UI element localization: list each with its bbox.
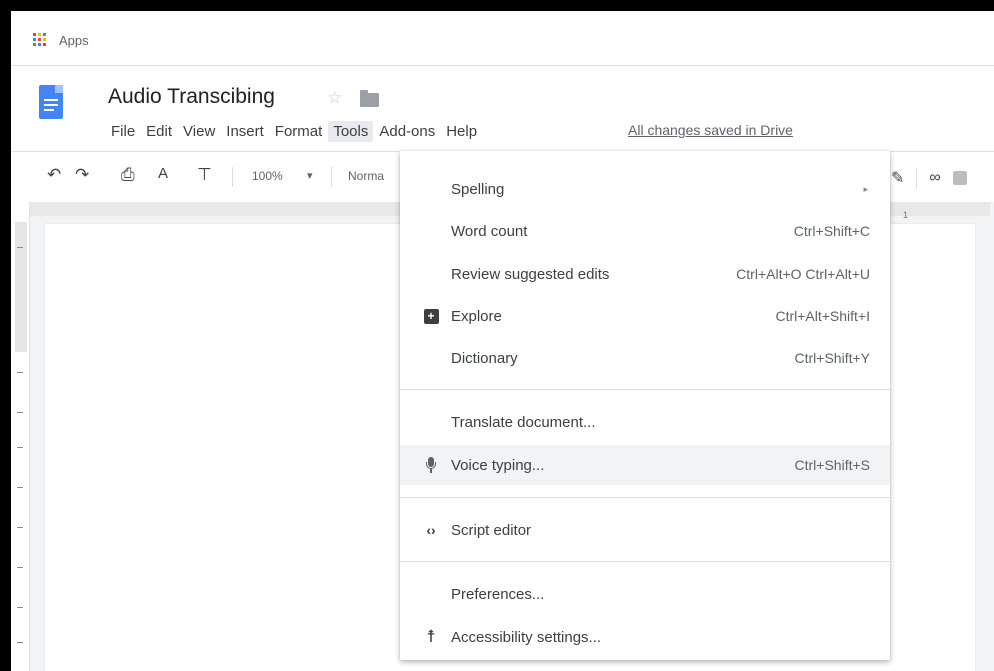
menu-item-label: Review suggested edits [451,265,610,283]
shortcut-label: Ctrl+Alt+Shift+I [775,308,870,324]
apps-bar: Apps [11,11,994,66]
shortcut-label: Ctrl+Shift+S [794,457,870,473]
menu-item-label: Word count [451,222,528,240]
menu-item-voice-typing[interactable]: Voice typing... Ctrl+Shift+S [400,445,890,485]
menu-item-word-count[interactable]: Word count Ctrl+Shift+C [400,211,890,251]
toolbar-divider [331,167,332,187]
toolbar-right: ✎ ∞ [891,166,967,190]
chevron-down-icon[interactable]: ▾ [307,169,313,182]
ruler-number: 1 [903,210,911,220]
menu-divider [400,561,890,562]
menu-item-explore[interactable]: + Explore Ctrl+Alt+Shift+I [400,296,890,336]
highlight-pen-icon[interactable]: ✎ [891,168,904,188]
accessibility-icon: ☨ [426,627,436,646]
microphone-icon [422,456,440,474]
menu-insert[interactable]: Insert [221,121,269,142]
menu-add-ons[interactable]: Add-ons [374,121,440,142]
document-title[interactable]: Audio Transcibing [108,85,275,109]
shortcut-label: Ctrl+Shift+Y [794,350,870,366]
menu-tools[interactable]: Tools [328,120,374,142]
paragraph-style-select[interactable]: Norma [348,169,384,183]
menu-item-translate-document[interactable]: Translate document... [400,402,890,442]
zoom-select[interactable]: 100% [252,169,283,183]
toolbar-divider [232,167,233,187]
shortcut-label: Ctrl+Shift+C [793,223,870,239]
print-icon[interactable]: ⎙ [121,165,135,185]
save-status-link[interactable]: All changes saved in Drive [628,122,793,138]
star-icon[interactable]: ☆ [327,88,342,108]
menu-help[interactable]: Help [441,121,482,142]
menu-divider [400,497,890,498]
code-icon: ‹› [426,522,436,538]
menu-item-accessibility-settings[interactable]: ☨ Accessibility settings... [400,617,890,657]
menu-edit[interactable]: Edit [141,121,177,142]
menu-item-review-suggested-edits[interactable]: Review suggested edits Ctrl+Alt+O Ctrl+A… [400,254,890,294]
apps-grid-icon[interactable] [33,33,46,46]
vertical-ruler [11,202,30,671]
menu-item-label: Accessibility settings... [451,628,602,646]
toolbar-divider [916,168,918,188]
menu-item-preferences[interactable]: Preferences... [400,574,890,614]
menu-item-label: Explore [451,307,502,325]
menu-item-label: Spelling [451,180,505,198]
menu-item-label: Translate document... [451,413,596,431]
menu-divider [400,389,890,390]
menu-item-spelling[interactable]: Spelling ▸ [400,169,890,209]
screenshot-frame: Apps Audio Transcibing ☆ File Edit View … [11,11,994,671]
menu-file[interactable]: File [106,121,140,142]
menu-item-label: Preferences... [451,585,545,603]
spellcheck-icon[interactable]: A [158,165,168,182]
menu-item-label: Script editor [451,521,532,539]
menu-item-dictionary[interactable]: Dictionary Ctrl+Shift+Y [400,338,890,378]
menu-view[interactable]: View [178,121,220,142]
comment-icon[interactable] [952,171,967,185]
paint-format-icon[interactable]: ⊤ [197,165,212,185]
explore-icon: + [422,307,440,325]
link-icon[interactable]: ∞ [929,169,940,187]
menu-item-script-editor[interactable]: ‹› Script editor [400,510,890,550]
menu-format[interactable]: Format [270,121,328,142]
apps-link[interactable]: Apps [59,33,89,48]
shortcut-label: Ctrl+Alt+O Ctrl+Alt+U [736,266,870,282]
menu-item-label: Voice typing... [451,456,545,474]
folder-icon[interactable] [360,90,379,107]
undo-icon[interactable]: ↶ [47,165,61,185]
menubar: File Edit View Insert Format Tools Add-o… [106,119,483,143]
menu-item-label: Dictionary [451,349,518,367]
google-docs-icon[interactable] [39,85,63,119]
submenu-arrow-icon: ▸ [863,183,868,194]
tools-menu: Spelling ▸ Word count Ctrl+Shift+C Revie… [400,151,890,660]
redo-icon[interactable]: ↷ [75,165,89,185]
